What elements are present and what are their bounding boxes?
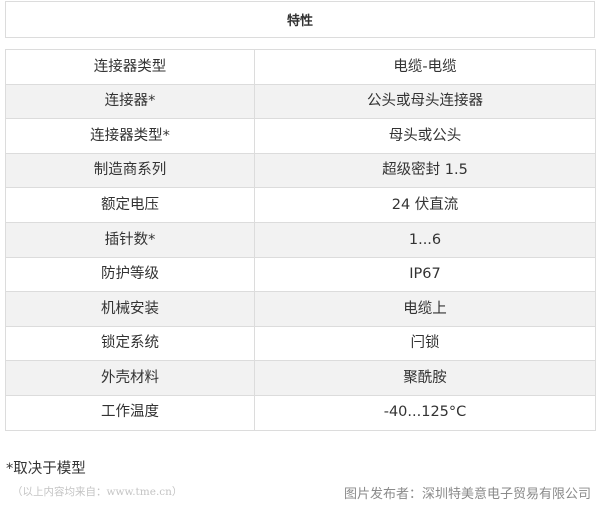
spec-label: 机械安装: [5, 291, 255, 327]
table-row: 连接器类型* 母头或公头: [5, 118, 596, 154]
section-title: 特性: [286, 14, 313, 29]
table-row: 插针数* 1...6: [5, 221, 596, 258]
spec-value: 电缆上: [254, 291, 596, 327]
spec-label: 制造商系列: [5, 152, 255, 189]
table-row: 连接器类型 电缆-电缆: [5, 49, 596, 85]
spec-label: 防护等级: [5, 256, 255, 293]
footnote: *取决于模型: [6, 461, 86, 477]
spec-value: 24 伏直流: [254, 187, 596, 223]
source-note: （以上内容均来自：www.tme.cn）: [12, 486, 183, 498]
spec-value: 1...6: [254, 221, 596, 258]
table-row: 额定电压 24 伏直流: [5, 187, 596, 223]
spec-value: 电缆-电缆: [254, 49, 596, 85]
spec-label: 外壳材料: [5, 360, 255, 396]
table-row: 机械安装 电缆上: [5, 291, 596, 327]
spec-table: 连接器类型 电缆-电缆 连接器* 公头或母头连接器 连接器类型* 母头或公头 制…: [5, 49, 596, 431]
spec-value: IP67: [254, 256, 596, 293]
image-credit: 图片发布者：深圳特美意电子贸易有限公司: [343, 487, 591, 502]
table-row: 防护等级 IP67: [5, 256, 596, 293]
spec-label: 工作温度: [5, 394, 255, 431]
table-row: 工作温度 -40...125°C: [5, 394, 596, 431]
spec-label: 额定电压: [5, 187, 255, 223]
spec-label: 插针数*: [5, 221, 255, 258]
spec-value: 母头或公头: [254, 118, 596, 154]
section-header: 特性: [5, 1, 595, 38]
spec-label: 连接器*: [5, 83, 255, 120]
spec-value: -40...125°C: [254, 394, 596, 431]
spec-label: 锁定系统: [5, 325, 255, 362]
spec-label: 连接器类型: [5, 49, 255, 85]
table-row: 锁定系统 闩锁: [5, 325, 596, 362]
spec-value: 聚酰胺: [254, 360, 596, 396]
spec-value: 超级密封 1.5: [254, 152, 596, 189]
spec-value: 公头或母头连接器: [254, 83, 596, 120]
table-row: 外壳材料 聚酰胺: [5, 360, 596, 396]
spec-value: 闩锁: [254, 325, 596, 362]
table-row: 连接器* 公头或母头连接器: [5, 83, 596, 120]
table-row: 制造商系列 超级密封 1.5: [5, 152, 596, 189]
spec-label: 连接器类型*: [5, 118, 255, 154]
